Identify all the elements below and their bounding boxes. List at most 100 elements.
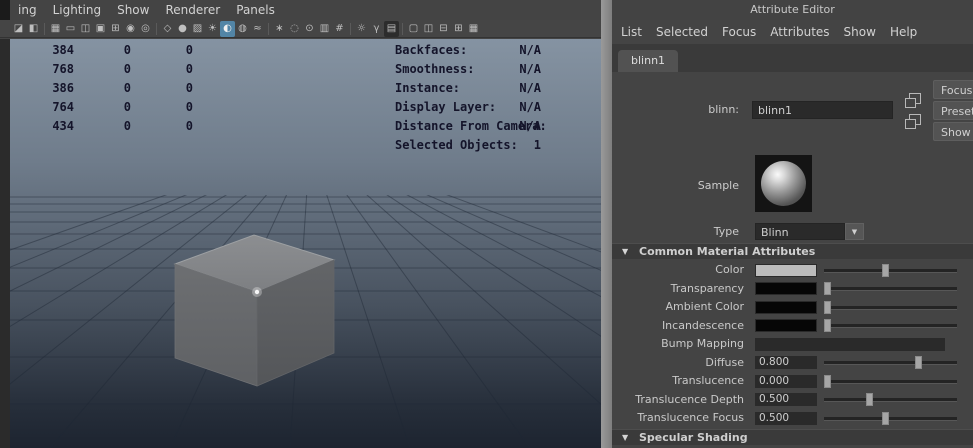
toolbar-separator — [44, 23, 45, 35]
hud-info-value: N/A — [519, 117, 541, 136]
slider-track — [824, 380, 957, 383]
slider[interactable] — [824, 264, 957, 277]
ae-focus-button[interactable]: Focus — [933, 80, 973, 99]
slider-handle[interactable] — [882, 264, 889, 277]
screen-space-ao-icon[interactable]: ◍ — [235, 21, 250, 37]
ae-menu-list[interactable]: List — [614, 22, 649, 42]
slider-handle[interactable] — [882, 412, 889, 425]
slider[interactable] — [824, 412, 957, 425]
ae-menu-attributes[interactable]: Attributes — [763, 22, 836, 42]
film-gate-icon[interactable]: ▭ — [63, 21, 78, 37]
node-name-input[interactable]: blinn1 — [752, 101, 893, 119]
view-transform-icon[interactable]: ▤ — [384, 21, 399, 37]
use-all-lights-icon[interactable]: ☀ — [205, 21, 220, 37]
viewport-menu-renderer[interactable]: Renderer — [157, 0, 228, 20]
ae-menu-help[interactable]: Help — [883, 22, 924, 42]
ae-menu-selected[interactable]: Selected — [649, 22, 715, 42]
tear-off-copy-icon[interactable] — [904, 114, 921, 129]
safe-title-icon[interactable]: ◎ — [138, 21, 153, 37]
attr-row-diffuse: Diffuse0.800 — [612, 354, 973, 372]
slider-handle[interactable] — [824, 375, 831, 388]
slider[interactable] — [824, 393, 957, 406]
attribute-rows: ColorTransparencyAmbient ColorIncandesce… — [612, 261, 973, 428]
attribute-editor-menubar: ListSelectedFocusAttributesShowHelp — [612, 20, 973, 44]
slider[interactable] — [824, 301, 957, 314]
hud-info-value: N/A — [519, 41, 541, 60]
slider-handle[interactable] — [824, 301, 831, 314]
safe-action-icon[interactable]: ◉ — [123, 21, 138, 37]
hud-info-label: Selected Objects: — [395, 138, 518, 152]
color-swatch[interactable] — [755, 301, 817, 314]
gamma-icon[interactable]: γ — [369, 21, 384, 37]
value-field[interactable]: 0.500 — [755, 393, 817, 406]
slider-handle[interactable] — [824, 282, 831, 295]
slider[interactable] — [824, 282, 957, 295]
hud-stat-value: 768 — [10, 60, 74, 79]
collapse-triangle-icon[interactable]: ▼ — [622, 430, 628, 446]
sample-sphere — [761, 161, 806, 206]
textured-icon[interactable]: ▨ — [190, 21, 205, 37]
section-common-material-attributes[interactable]: ▼ Common Material Attributes — [612, 243, 973, 259]
three-panes-icon[interactable]: ⊞ — [451, 21, 466, 37]
viewport-menu: ingLightingShowRendererPanels — [10, 0, 283, 20]
collapse-triangle-icon[interactable]: ▼ — [622, 244, 628, 260]
color-swatch[interactable] — [755, 282, 817, 295]
dropdown-arrow-icon[interactable]: ▼ — [845, 223, 864, 240]
ae-tab-blinn1[interactable]: blinn1 — [618, 50, 678, 72]
value-field[interactable]: 0.500 — [755, 412, 817, 425]
slider[interactable] — [824, 375, 957, 388]
single-pane-icon[interactable]: ▢ — [406, 21, 421, 37]
multisample-icon[interactable]: ∗ — [272, 21, 287, 37]
attr-label: Translucence — [612, 372, 748, 390]
material-type-dropdown[interactable]: Blinn — [755, 223, 845, 240]
two-panes-side-icon[interactable]: ◫ — [421, 21, 436, 37]
attr-row-translucence: Translucence 0.000 — [612, 372, 973, 390]
viewport-menu-lighting[interactable]: Lighting — [45, 0, 110, 20]
slider-handle[interactable] — [824, 319, 831, 332]
copy-tab-icon[interactable] — [904, 93, 921, 108]
attribute-editor-panel: Attribute Editor ListSelectedFocusAttrib… — [612, 0, 973, 448]
ae-show-button[interactable]: Show — [933, 122, 973, 141]
shadows-icon[interactable]: ◐ — [220, 21, 235, 37]
slider-handle[interactable] — [915, 356, 922, 369]
panel-splitter[interactable] — [601, 0, 612, 448]
map-field[interactable] — [755, 338, 945, 351]
viewport-canvas[interactable]: 3840076800386007640043400 Backfaces:N/AS… — [10, 39, 601, 448]
xray-joints-icon[interactable]: # — [332, 21, 347, 37]
field-chart-icon[interactable]: ⊞ — [108, 21, 123, 37]
grease-pencil-icon[interactable]: ◪ — [11, 21, 26, 37]
two-panes-stacked-icon[interactable]: ⊟ — [436, 21, 451, 37]
viewport-menu-ing[interactable]: ing — [10, 0, 45, 20]
hud-info-label: Backfaces: — [395, 43, 467, 57]
ae-presets-button[interactable]: Presets — [933, 101, 973, 120]
slider-track — [824, 306, 957, 309]
isolate-select-icon[interactable]: ⊙ — [302, 21, 317, 37]
color-swatch[interactable] — [755, 319, 817, 332]
value-field[interactable]: 0.800 — [755, 356, 817, 369]
material-sample-swatch[interactable] — [755, 155, 812, 212]
motion-blur-icon[interactable]: ≈ — [250, 21, 265, 37]
smooth-shade-icon[interactable]: ● — [175, 21, 190, 37]
value-field[interactable]: 0.000 — [755, 375, 817, 388]
wireframe-icon[interactable]: ◇ — [160, 21, 175, 37]
gate-mask-icon[interactable]: ▣ — [93, 21, 108, 37]
slider[interactable] — [824, 356, 957, 369]
ae-menu-show[interactable]: Show — [837, 22, 883, 42]
cube[interactable] — [175, 235, 334, 386]
slider[interactable] — [824, 319, 957, 332]
viewport-menu-panels[interactable]: Panels — [228, 0, 283, 20]
xray-icon[interactable]: ▥ — [317, 21, 332, 37]
grid-icon[interactable]: ▦ — [48, 21, 63, 37]
panel-corner-icon — [0, 0, 10, 20]
viewport-menu-show[interactable]: Show — [109, 0, 157, 20]
exposure-icon[interactable]: ☼ — [354, 21, 369, 37]
slider-track — [824, 361, 957, 364]
four-panes-icon[interactable]: ▦ — [466, 21, 481, 37]
camera-bookmark-icon[interactable]: ◧ — [26, 21, 41, 37]
slider-handle[interactable] — [866, 393, 873, 406]
ae-menu-focus[interactable]: Focus — [715, 22, 763, 42]
depth-of-field-icon[interactable]: ◌ — [287, 21, 302, 37]
section-specular-shading[interactable]: ▼ Specular Shading — [612, 429, 973, 445]
color-swatch[interactable] — [755, 264, 817, 277]
resolution-gate-icon[interactable]: ◫ — [78, 21, 93, 37]
